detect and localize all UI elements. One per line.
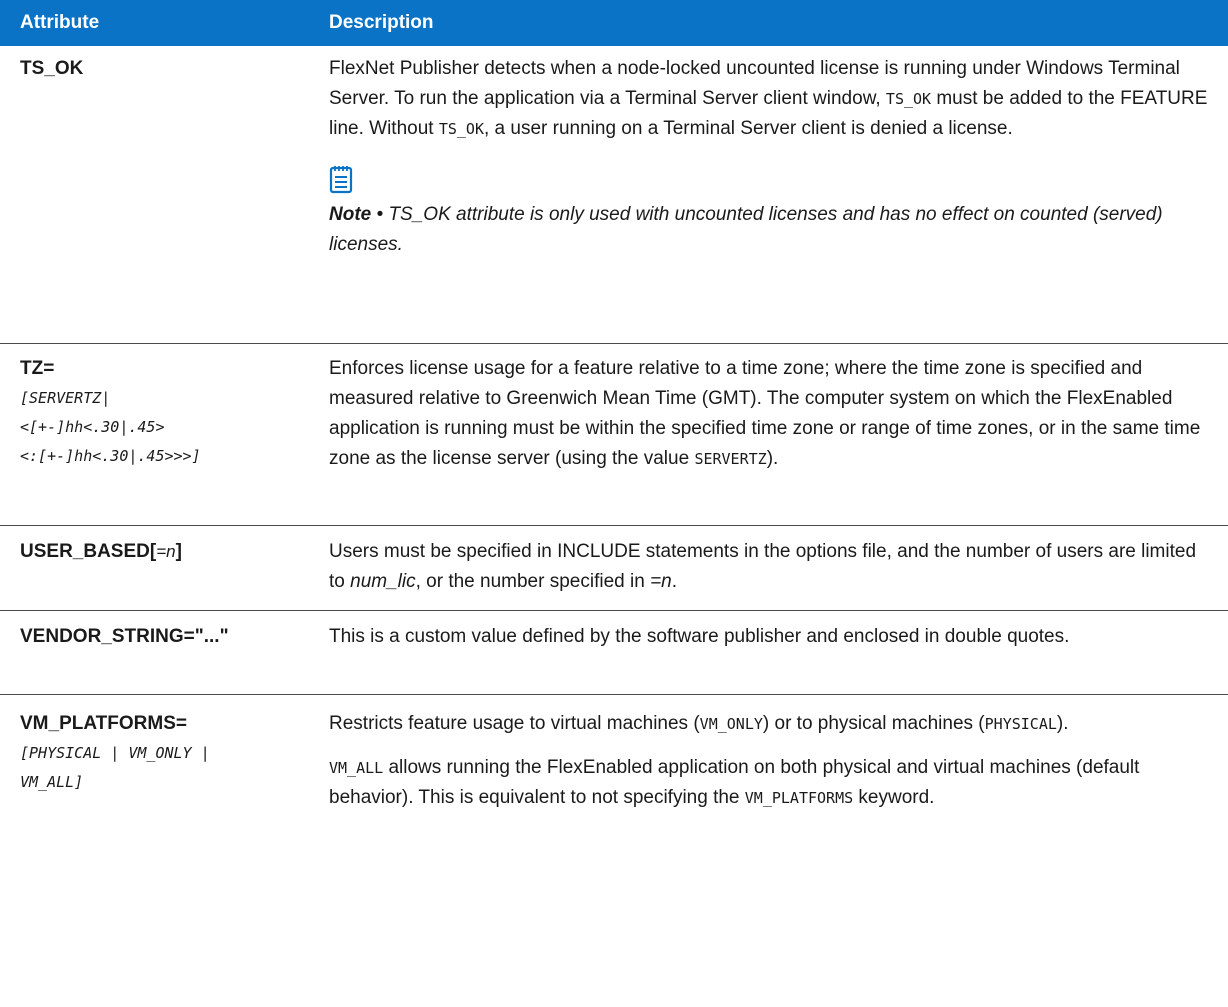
attribute-name: TZ= <box>20 358 55 379</box>
description-text: Enforces license usage for a feature rel… <box>329 358 1201 469</box>
description-text: Users must be specified in INCLUDE state… <box>329 541 1197 592</box>
description-text: FlexNet Publisher detects when a node-lo… <box>329 58 1208 139</box>
attribute-cell: VM_PLATFORMS= [PHYSICAL | VM_ONLY | VM_A… <box>20 709 290 797</box>
attribute-cell: TZ= [SERVERTZ| <[+-]hh<.30|.45> <:[+-]hh… <box>20 354 290 471</box>
attribute-syntax: VM_ALL] <box>20 773 84 791</box>
table-row-ts-ok: TS_OK FlexNet Publisher detects when a n… <box>0 46 1228 344</box>
code-ts-ok: TS_OK <box>885 90 932 108</box>
attribute-syntax: [PHYSICAL | VM_ONLY | <box>20 744 210 762</box>
attribute-syntax: <[+-]hh<.30|.45> <box>20 418 165 436</box>
description-cell: Users must be specified in INCLUDE state… <box>329 537 1209 597</box>
table-row-vendor-string: VENDOR_STRING="..." This is a custom val… <box>0 611 1228 695</box>
note-label: Note <box>329 204 372 225</box>
description-cell: This is a custom value defined by the so… <box>329 622 1209 652</box>
attribute-cell: VENDOR_STRING="..." <box>20 622 290 652</box>
attribute-name: USER_BASED[=n] <box>20 541 182 562</box>
attribute-cell: USER_BASED[=n] <box>20 537 290 567</box>
table-row-user-based: USER_BASED[=n] Users must be specified i… <box>0 526 1228 611</box>
note-text: Note • TS_OK attribute is only used with… <box>329 204 1163 255</box>
header-description: Description <box>329 12 434 33</box>
table-row-tz: TZ= [SERVERTZ| <[+-]hh<.30|.45> <:[+-]hh… <box>0 344 1228 526</box>
header-attribute: Attribute <box>20 12 100 33</box>
code-ts-ok: TS_OK <box>438 120 484 138</box>
code-servertz: SERVERTZ <box>694 450 767 468</box>
description-cell: Enforces license usage for a feature rel… <box>329 354 1209 474</box>
table-header: Attribute Description <box>0 0 1228 46</box>
attribute-syntax: <:[+-]hh<.30|.45>>>] <box>20 447 201 465</box>
table-row-vm-platforms: VM_PLATFORMS= [PHYSICAL | VM_ONLY | VM_A… <box>0 695 1228 1005</box>
attribute-name: VENDOR_STRING="..." <box>20 626 229 647</box>
attribute-syntax: [SERVERTZ| <box>20 389 111 407</box>
description-text: This is a custom value defined by the so… <box>329 626 1070 647</box>
notepad-icon <box>329 166 353 194</box>
description-cell: Restricts feature usage to virtual machi… <box>329 709 1209 813</box>
description-cell: FlexNet Publisher detects when a node-lo… <box>329 54 1209 260</box>
attribute-name: VM_PLATFORMS= <box>20 713 187 734</box>
description-text: Restricts feature usage to virtual machi… <box>329 713 1069 734</box>
attribute-table: Attribute Description TS_OK FlexNet Publ… <box>0 0 1228 1005</box>
description-text: VM_ALL allows running the FlexEnabled ap… <box>329 757 1140 808</box>
attribute-name: TS_OK <box>20 58 84 79</box>
attribute-cell: TS_OK <box>20 54 290 84</box>
